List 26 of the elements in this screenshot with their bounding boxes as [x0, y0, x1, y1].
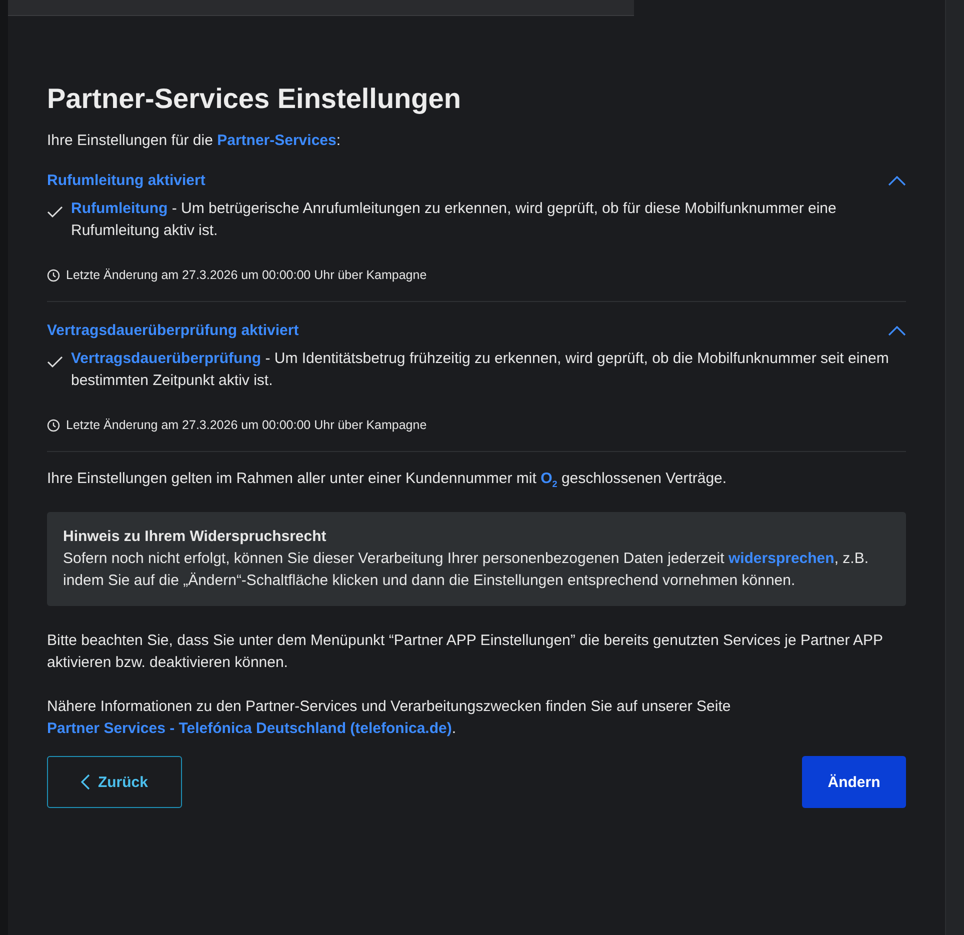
- service-description: Rufumleitung - Um betrügerische Anrufumleitungen zu erkennen, wird geprüft, ob für diese Mobilfunknummer eine Rufumleitung aktiv ist.: [71, 199, 838, 241]
- intro-text: Ihre Einstellungen für die Partner-Services:: [47, 131, 342, 151]
- link[interactable]: Rufumleitung: [71, 200, 168, 217]
- notice-title: Hinweis zu Ihrem Widerspruchsrecht: [63, 527, 328, 547]
- info-text: Nähere Informationen zu den Partner-Services und Verarbeitungszwecken finden Sie auf unserer Seite Partner Services - Telefónica Deutschland (telefonica.de).: [47, 697, 732, 739]
- info-text: Bitte beachten Sie, dass Sie unter dem Menüpunkt “Partner APP Einstellungen” die bereits genutzten Services je Partner APP aktivieren bzw. deaktivieren können.: [47, 631, 884, 673]
- chevron-icon[interactable]: [888, 326, 906, 336]
- link[interactable]: Vertragsdauerüberprüfung: [71, 350, 262, 367]
- chevron-icon[interactable]: [888, 176, 906, 186]
- section-heading[interactable]: Vertragsdauerüberprüfung aktiviert: [47, 320, 299, 342]
- clock-icon: [47, 268, 60, 282]
- link[interactable]: widersprechen: [728, 550, 834, 567]
- service-description: Vertragsdauerüberprüfung - Um Identitätsbetrug frühzeitig zu erkennen, wird geprüft, ob die Mobilfunknummer seit einem bestimmten Zeitpunkt aktiv ist.: [71, 349, 890, 391]
- last-change-text: Letzte Änderung am 27.3.2026 um 00:00:00 Uhr über Kampagne: [66, 267, 427, 284]
- notice-text: Sofern noch nicht erfolgt, können Sie dieser Verarbeitung Ihrer personenbezogenen Daten jederzeit widersprechen, z.B. indem Sie auf die „Ändern“-Schaltfläche klicken und dann die Einstellungen entsprechend vornehmen können.: [63, 549, 870, 591]
- clock-icon: [47, 418, 60, 432]
- scope-text: Ihre Einstellungen gelten im Rahmen aller unter einer Kundennummer mit O$_{2}$ geschlossenen Verträge.: [47, 469, 728, 490]
- page-title: Partner-Services Einstellungen: [47, 82, 462, 116]
- last-change-text: Letzte Änderung am 27.3.2026 um 00:00:00 Uhr über Kampagne: [66, 417, 427, 434]
- section-heading[interactable]: Rufumleitung aktiviert: [47, 170, 206, 192]
- link[interactable]: Partner Services - Telefónica Deutschland (telefonica.de): [47, 720, 452, 737]
- chevron-left-icon: [80, 774, 90, 790]
- link[interactable]: Partner-Services: [217, 132, 336, 149]
- link[interactable]: O$_{2}$: [540, 470, 558, 487]
- back-button[interactable]: Zurück: [47, 756, 182, 808]
- change-button[interactable]: Ändern: [802, 756, 906, 808]
